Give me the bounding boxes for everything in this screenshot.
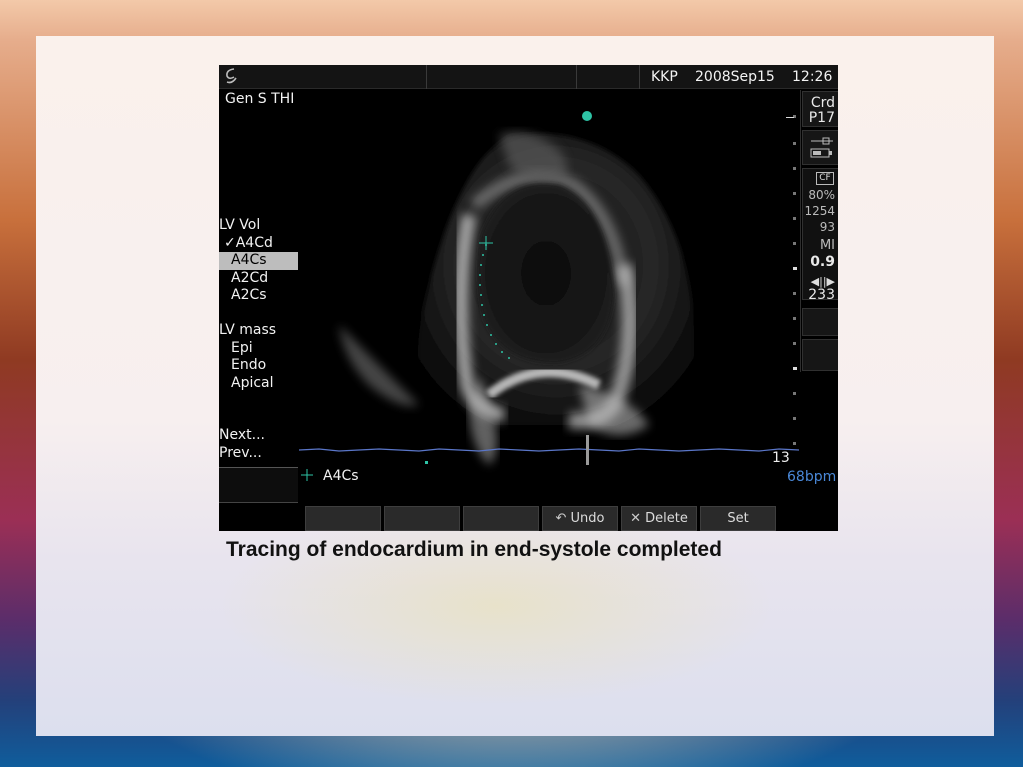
set-button[interactable]: Set xyxy=(700,506,776,531)
operator-id: KKP xyxy=(651,69,678,85)
nav-menu: Next... Prev... xyxy=(219,427,265,462)
prev-button[interactable]: Prev... xyxy=(219,445,265,463)
softkey-blank-3[interactable] xyxy=(463,506,539,531)
cf-prf: 1254 xyxy=(804,204,835,218)
ecg-trace xyxy=(299,435,799,465)
sidebar-empty-box-1[interactable] xyxy=(802,308,838,336)
imaging-mode: Gen S THI xyxy=(225,91,295,107)
lv-vol-menu: LV Vol ✓A4Cd A4Cs A2Cd A2Cs xyxy=(219,217,298,305)
menu-item-apical[interactable]: Apical xyxy=(219,375,276,393)
mi-label: MI xyxy=(819,238,835,253)
delete-icon: ✕ xyxy=(630,511,646,526)
exam-date: 2008Sep15 xyxy=(695,69,775,85)
heart-rate: 68bpm xyxy=(787,469,837,485)
preset-label: Crd xyxy=(810,95,835,111)
ecg-frame-marker xyxy=(586,435,589,465)
left-panel-box xyxy=(219,467,298,503)
next-button[interactable]: Next... xyxy=(219,427,265,445)
undo-icon: ↶ xyxy=(555,511,571,526)
probe-label: P17 xyxy=(808,110,835,126)
menu-title-lv-mass: LV mass xyxy=(219,322,277,338)
softkey-blank-2[interactable] xyxy=(384,506,460,531)
cf-value-3: 93 xyxy=(819,220,835,234)
topbar-divider xyxy=(576,65,577,89)
probe-icon xyxy=(810,137,833,158)
crosshair-icon xyxy=(301,469,313,481)
mi-value: 0.9 xyxy=(810,254,835,270)
ultrasound-screen: KKP 2008Sep15 12:26 Gen S THI LV Vol ✓A4… xyxy=(219,65,838,531)
menu-title-lv-vol: LV Vol xyxy=(219,217,261,233)
menu-item-a2cs[interactable]: A2Cs xyxy=(219,287,298,305)
right-sidebar: Crd P17 CF 80% 1254 93 MI 0.9 ◀||▶ 233 xyxy=(800,90,838,372)
params-box: CF 80% 1254 93 MI 0.9 ◀||▶ 233 xyxy=(802,168,838,303)
focus-dash xyxy=(786,117,794,118)
frame-number: 13 xyxy=(772,450,790,466)
lv-mass-menu: LV mass Epi Endo Apical xyxy=(219,322,276,392)
depth-scale xyxy=(793,115,797,455)
cf-gain: 80% xyxy=(808,188,835,202)
cf-badge: CF xyxy=(816,172,834,185)
active-measurement-label: A4Cs xyxy=(323,468,359,484)
softkey-blank-1[interactable] xyxy=(305,506,381,531)
sidebar-empty-box-2[interactable] xyxy=(802,339,838,371)
topbar-divider xyxy=(639,65,640,89)
menu-item-epi[interactable]: Epi xyxy=(219,340,276,358)
undo-button[interactable]: ↶ Undo xyxy=(542,506,618,531)
menu-item-a4cd[interactable]: ✓A4Cd xyxy=(219,235,298,253)
menu-item-endo[interactable]: Endo xyxy=(219,357,276,375)
slide-caption: Tracing of endocardium in end-systole co… xyxy=(226,538,722,561)
menu-item-a2cd[interactable]: A2Cd xyxy=(219,270,298,288)
depth-value: 233 xyxy=(808,287,835,303)
menu-item-a4cs[interactable]: A4Cs xyxy=(219,252,298,270)
ge-logo-icon xyxy=(226,68,237,84)
preset-box[interactable]: Crd P17 xyxy=(802,91,838,127)
top-status-bar: KKP 2008Sep15 12:26 xyxy=(219,65,838,89)
topbar-divider xyxy=(426,65,427,89)
probe-icons-box xyxy=(802,130,838,165)
delete-button[interactable]: ✕ Delete xyxy=(621,506,697,531)
exam-time: 12:26 xyxy=(792,69,833,85)
focus-marker xyxy=(582,111,592,121)
